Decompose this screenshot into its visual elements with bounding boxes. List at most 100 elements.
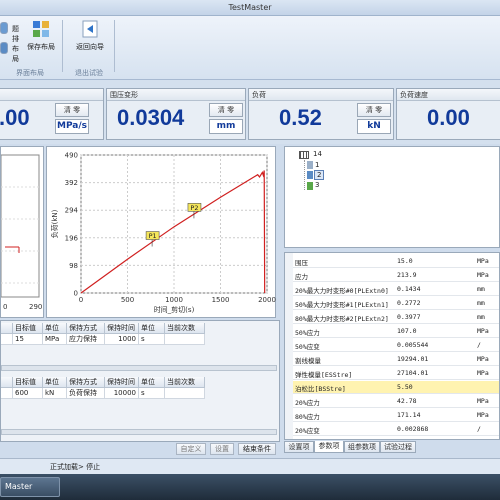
property-name: 割线模量	[295, 357, 321, 365]
property-value: 0.2772	[397, 299, 421, 307]
tree-item-1[interactable]: 1	[315, 161, 319, 169]
property-unit: mm	[477, 299, 485, 307]
unit-selector[interactable]: mm	[209, 119, 243, 134]
table-cell[interactable]: 15	[13, 334, 43, 345]
property-row[interactable]: 20%应变 0.002868 /	[285, 423, 499, 436]
x-tick-label: 500	[121, 296, 134, 304]
property-row[interactable]: 50%应变 0.005544 /	[285, 339, 499, 352]
return-guide-icon	[81, 20, 99, 38]
y-tick-label: 98	[69, 262, 78, 270]
property-row[interactable]: 80%最大力时变形#2[PLExtn2] 0.3977 mm	[285, 311, 499, 324]
tree-item-3[interactable]: 3	[315, 181, 319, 189]
table-cell[interactable]: s	[139, 334, 165, 345]
unit-selector[interactable]: MPa/s	[55, 119, 89, 134]
zero-button[interactable]: 清 零	[357, 103, 391, 117]
table-cell[interactable]: 10000	[105, 388, 139, 399]
tree-root-label[interactable]: 14	[313, 150, 322, 158]
property-row[interactable]: 20%应力 42.78 MPa	[285, 395, 499, 408]
table-cell[interactable]: 600	[13, 388, 43, 399]
tab-settings[interactable]: 设置项	[284, 441, 314, 453]
property-row[interactable]: 泊松比[BSStre] 5.50	[285, 381, 499, 394]
property-row[interactable]: 50%应力 107.0 MPa	[285, 325, 499, 338]
zero-button[interactable]: 清 零	[55, 103, 89, 117]
horizontal-scrollbar[interactable]	[1, 365, 277, 371]
return-guide-button[interactable]: 返回向导	[70, 20, 110, 60]
gauge-load-speed: 负荷速度 0.00	[396, 88, 500, 140]
gauge-title: 负荷	[249, 89, 393, 101]
save-layout-icon	[32, 20, 50, 38]
control-step-tables: 目标值 15 单位 MPa 保持方式 应力保持 保持时间 1000 单位 s 当前次数 目标值 600…	[0, 320, 280, 442]
specimen-icon	[307, 161, 313, 169]
y-tick-label: 0	[74, 290, 78, 298]
property-row[interactable]: 应力 213.9 MPa	[285, 269, 499, 282]
property-unit: MPa	[477, 411, 489, 419]
table-header-cell	[1, 323, 13, 334]
property-row[interactable]: 割线模量 19294.01 MPa	[285, 353, 499, 366]
property-value: 0.005544	[397, 341, 429, 349]
property-row[interactable]: 弹性模量[ESStre] 27104.01 MPa	[285, 367, 499, 380]
property-unit: mm	[477, 313, 485, 321]
table-cell[interactable]: kN	[43, 388, 67, 399]
specimen-group-icon	[299, 151, 309, 159]
zero-button[interactable]: 清 零	[209, 103, 243, 117]
table-cell[interactable]	[1, 388, 13, 399]
table-header-cell: 保持方式	[67, 323, 105, 334]
gauge-title: 围压变形	[107, 89, 245, 101]
layout-button[interactable]: 布局	[0, 42, 22, 63]
taskbar-app-button[interactable]: Master	[0, 477, 60, 497]
horizontal-scrollbar[interactable]	[1, 429, 277, 435]
table-header-cell: 单位	[139, 377, 165, 388]
property-name: 80%最大力时变形#2[PLExtn2]	[295, 315, 389, 323]
table-cell[interactable]: 应力保持	[67, 334, 105, 345]
property-unit: MPa	[477, 369, 489, 377]
table-cell[interactable]	[165, 388, 205, 399]
property-name: 50%最大力时变形#1[PLExtn1]	[295, 301, 389, 309]
x-tick-label: 2000	[258, 296, 276, 304]
y-tick-label: 294	[65, 207, 79, 215]
unit-selector[interactable]: kN	[357, 119, 391, 134]
custom-button[interactable]: 自定义	[176, 443, 206, 455]
end-condition-button[interactable]: 结束条件	[238, 443, 276, 455]
property-unit: /	[477, 341, 481, 349]
table-cell[interactable]: 1000	[105, 334, 139, 345]
property-row[interactable]: 50%最大力时变形#1[PLExtn1] 0.2772 mm	[285, 297, 499, 310]
y-tick-label: 490	[65, 152, 78, 160]
property-name: 20%应变	[295, 427, 320, 435]
gauge-value: 0.52	[279, 105, 322, 130]
property-name: 20%应力	[295, 399, 320, 407]
table-cell[interactable]	[165, 334, 205, 345]
settings-button[interactable]: 设置	[210, 443, 234, 455]
ribbon-separator	[62, 20, 63, 72]
property-name: 80%应力	[295, 413, 320, 421]
property-value: 171.14	[397, 411, 421, 419]
table-header-cell: 保持时间	[105, 377, 139, 388]
app-window: TestMaster 题排 布局 保存布局 返回向导 界面布局 退出试验 .00…	[0, 0, 500, 500]
property-row[interactable]: 围压 15.0 MPa	[285, 255, 499, 268]
x-axis-label: 时间_剪切(s)	[154, 305, 195, 314]
tree-item-2-selected[interactable]: 2	[314, 170, 325, 180]
table-cell[interactable]	[1, 334, 13, 345]
gauge-title: 负荷速度	[397, 89, 500, 101]
group-exit-label: 退出试验	[75, 69, 103, 77]
save-layout-button[interactable]: 保存布局	[24, 20, 58, 60]
table-cell[interactable]: MPa	[43, 334, 67, 345]
property-name: 围压	[295, 259, 308, 267]
tab-test-process[interactable]: 试验过程	[380, 441, 416, 453]
table-header-cell: 当前次数	[165, 377, 205, 388]
layout-label: 布局	[12, 45, 19, 63]
table-cell[interactable]: 负荷保持	[67, 388, 105, 399]
property-unit: /	[477, 425, 481, 433]
table-cell[interactable]: s	[139, 388, 165, 399]
layout-arrange-button[interactable]: 题排	[0, 22, 22, 43]
property-row[interactable]: 20%最大力时变形#0[PLExtn0] 0.1434 mm	[285, 283, 499, 296]
y-tick-label: 196	[65, 234, 79, 242]
property-value: 5.50	[397, 383, 413, 391]
x-tick-label: 1500	[212, 296, 230, 304]
property-value: 19294.01	[397, 355, 429, 363]
tab-group-parameters[interactable]: 组参数项	[344, 441, 380, 453]
tab-parameters[interactable]: 参数项	[314, 441, 344, 453]
property-name: 50%应力	[295, 329, 320, 337]
property-value: 107.0	[397, 327, 417, 335]
property-row[interactable]: 80%应力 171.14 MPa	[285, 409, 499, 422]
chart-left-panel: 0 290	[0, 146, 44, 318]
